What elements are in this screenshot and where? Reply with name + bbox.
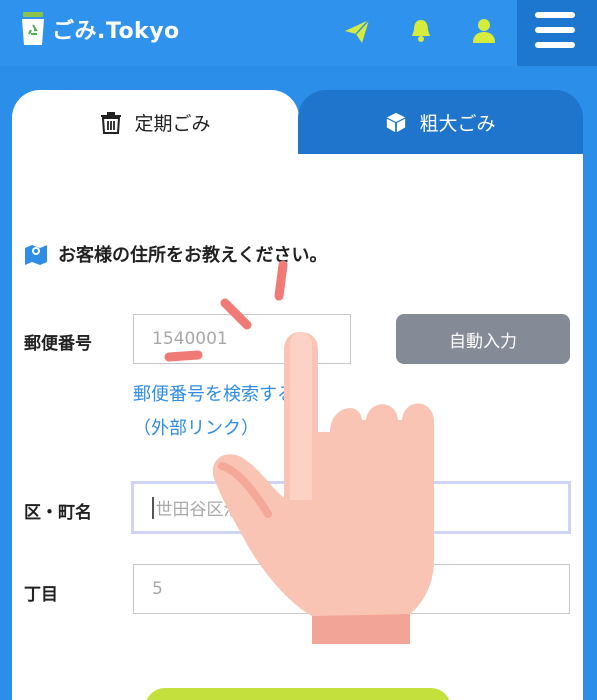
map-icon [25, 245, 47, 265]
external-link-note[interactable]: （外部リンク） [133, 414, 259, 440]
address-prompt: お客様の住所をお教えください。 [24, 241, 327, 267]
paper-plane-icon[interactable] [343, 17, 371, 45]
submit-button[interactable] [145, 688, 451, 700]
postal-code-label: 郵便番号 [24, 334, 92, 354]
logo-text: ごみ.Tokyo [52, 19, 180, 44]
hamburger-menu-button[interactable] [517, 0, 597, 66]
tab-label: 定期ごみ [134, 112, 211, 135]
text-caret [152, 496, 154, 519]
bell-icon[interactable] [407, 17, 435, 45]
user-icon[interactable] [470, 17, 498, 45]
box-icon [387, 112, 406, 133]
logo[interactable]: ごみ.Tokyo [20, 12, 180, 46]
chome-placeholder: 5 [152, 579, 163, 599]
town-input[interactable]: 世田谷区池尻 [131, 481, 571, 534]
postal-code-placeholder: 1540001 [152, 329, 228, 349]
hamburger-bar [535, 42, 575, 48]
town-label: 区・町名 [24, 503, 92, 523]
tab-regular-garbage[interactable]: 定期ごみ [12, 90, 299, 154]
postal-code-input[interactable]: 1540001 [133, 314, 351, 364]
trash-icon [101, 112, 122, 134]
postal-search-link[interactable]: 郵便番号を検索する [133, 380, 295, 406]
hamburger-menu-icon [535, 12, 575, 18]
tab-label: 粗大ごみ [419, 112, 496, 135]
chome-label: 丁目 [24, 585, 58, 605]
auto-fill-button[interactable]: 自動入力 [396, 314, 570, 364]
chome-input[interactable]: 5 [133, 564, 570, 614]
town-placeholder: 世田谷区池尻 [155, 500, 258, 520]
form-panel [12, 154, 583, 700]
app-header: ごみ.Tokyo [0, 0, 597, 66]
tab-bulky-garbage[interactable]: 粗大ごみ [298, 90, 583, 154]
recycle-bin-icon [22, 12, 44, 45]
prompt-text: お客様の住所をお教えください。 [58, 245, 328, 266]
hamburger-bar [535, 27, 575, 33]
